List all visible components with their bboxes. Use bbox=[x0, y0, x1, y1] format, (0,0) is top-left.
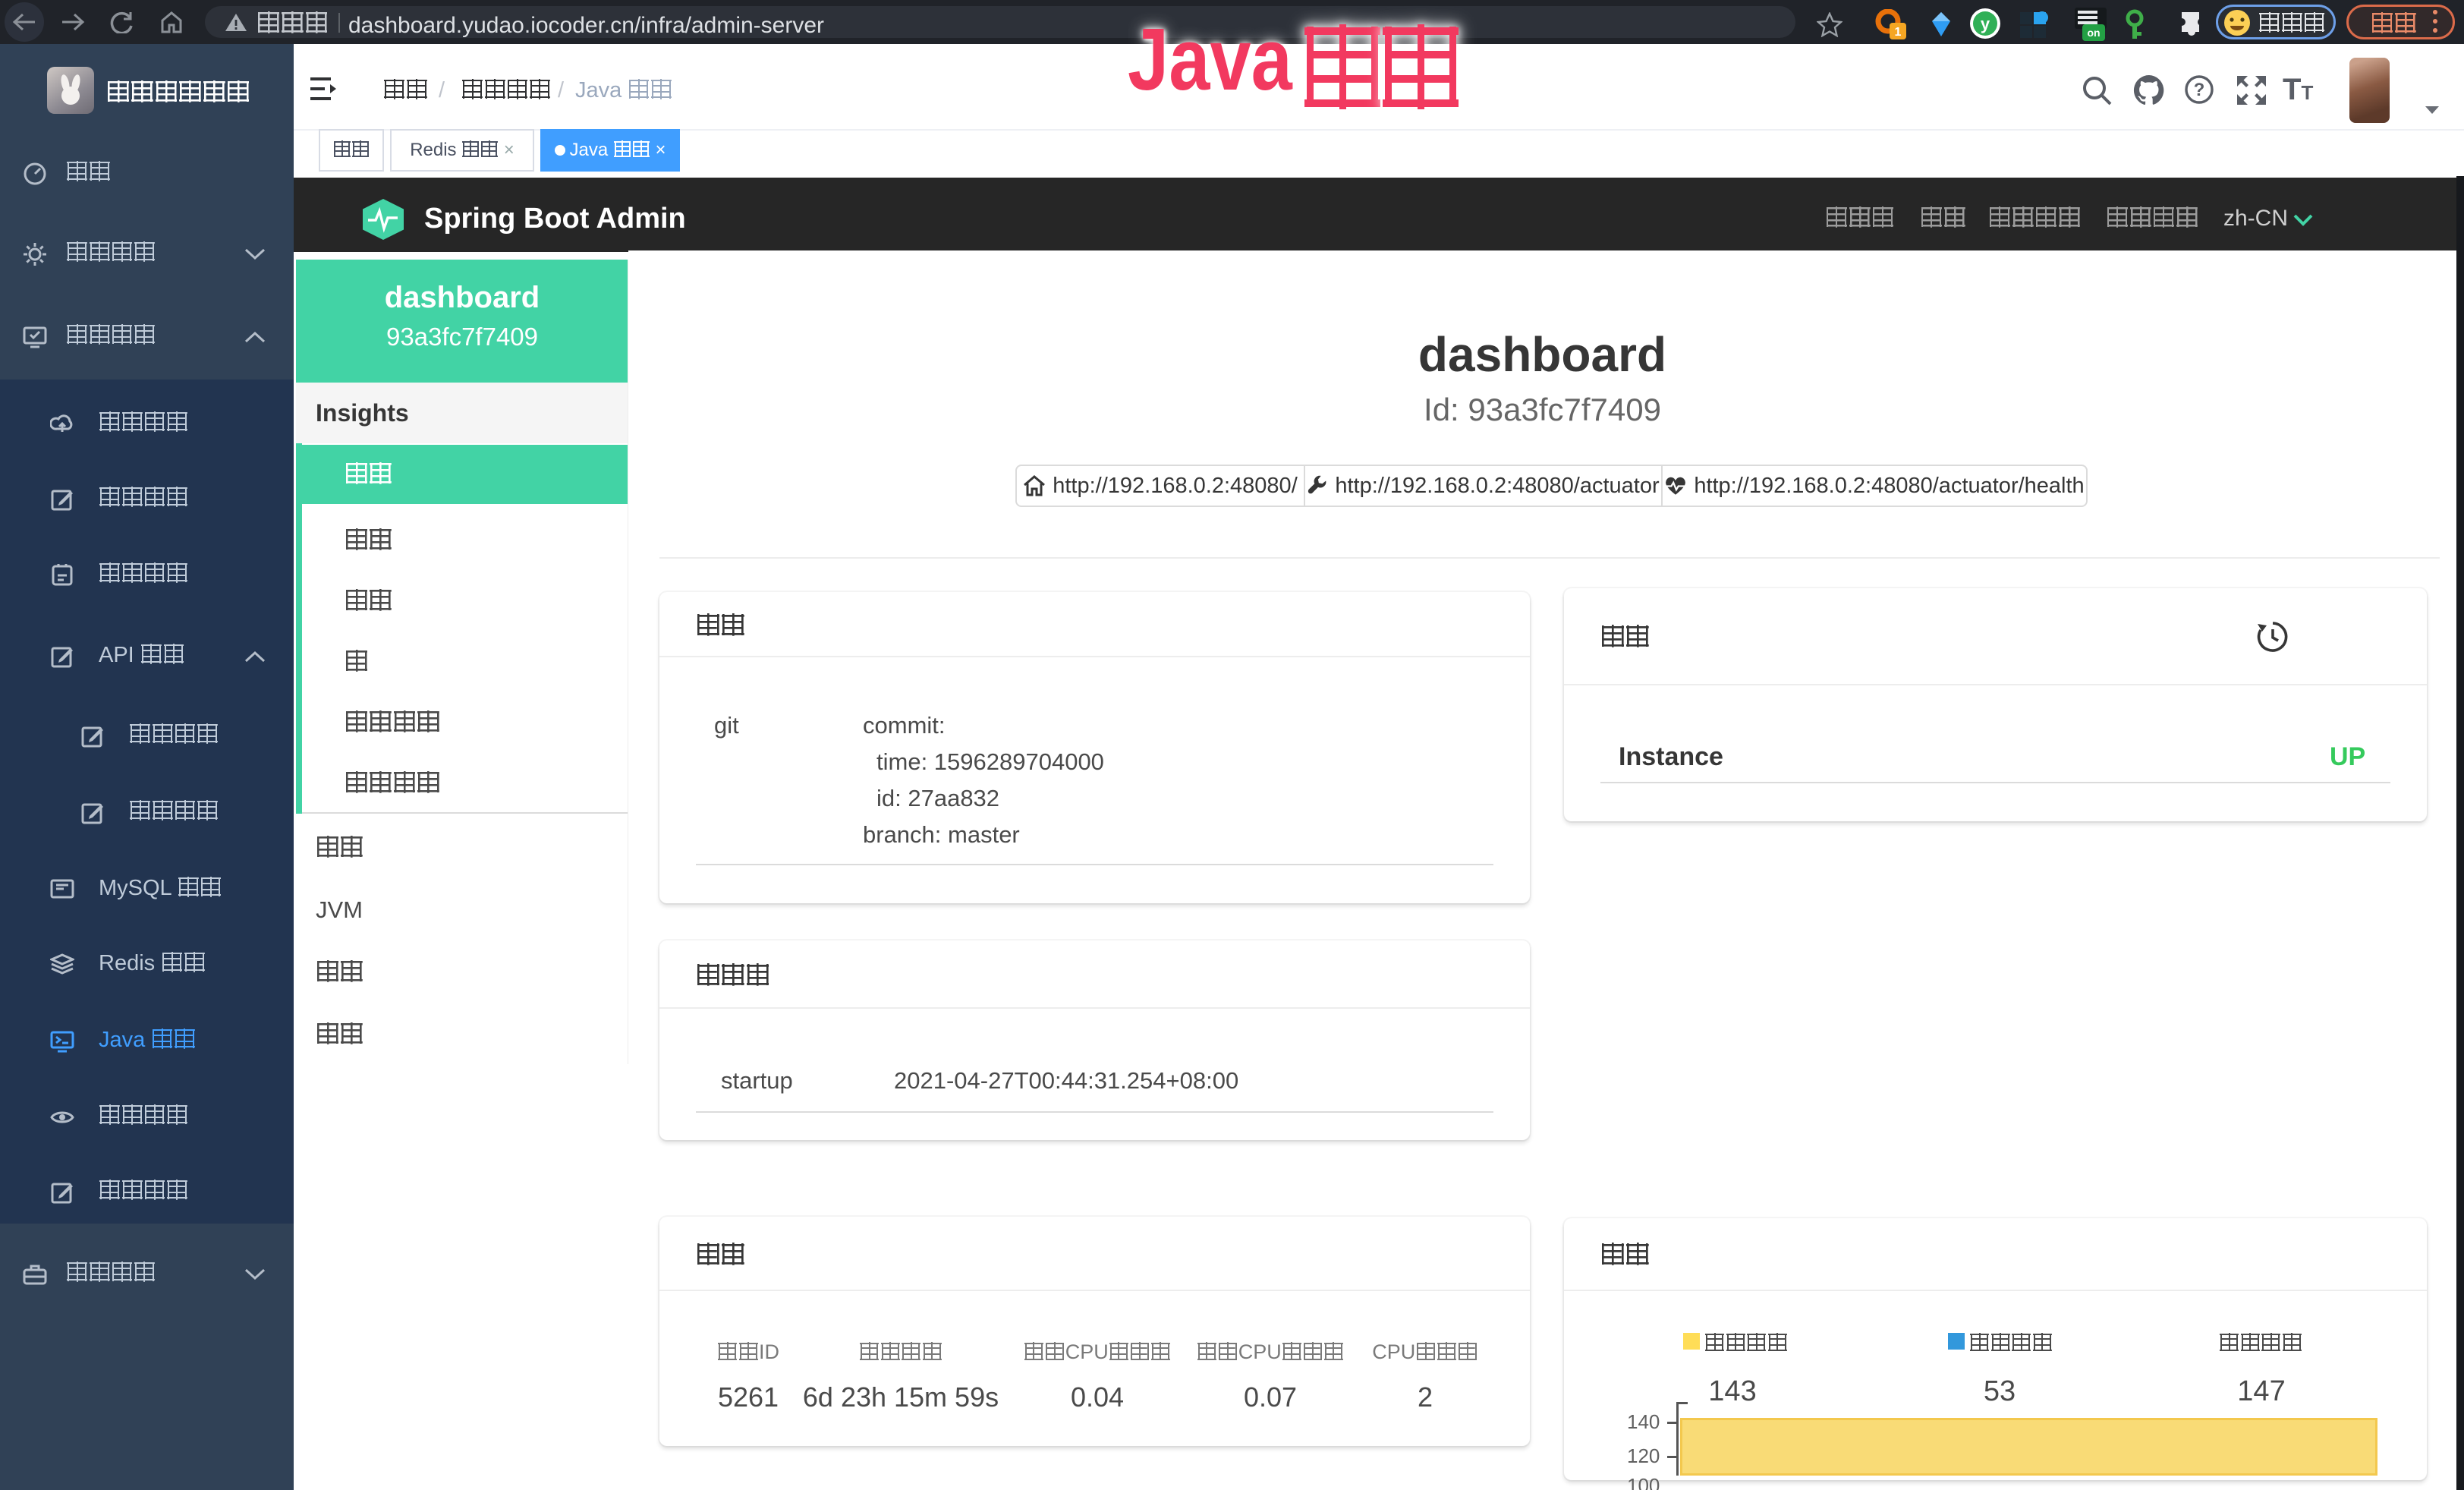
svg-text:?: ? bbox=[2194, 80, 2205, 100]
svg-text:y: y bbox=[1981, 14, 1990, 33]
svg-text:on: on bbox=[2087, 27, 2100, 39]
svg-text:1: 1 bbox=[1895, 26, 1902, 39]
